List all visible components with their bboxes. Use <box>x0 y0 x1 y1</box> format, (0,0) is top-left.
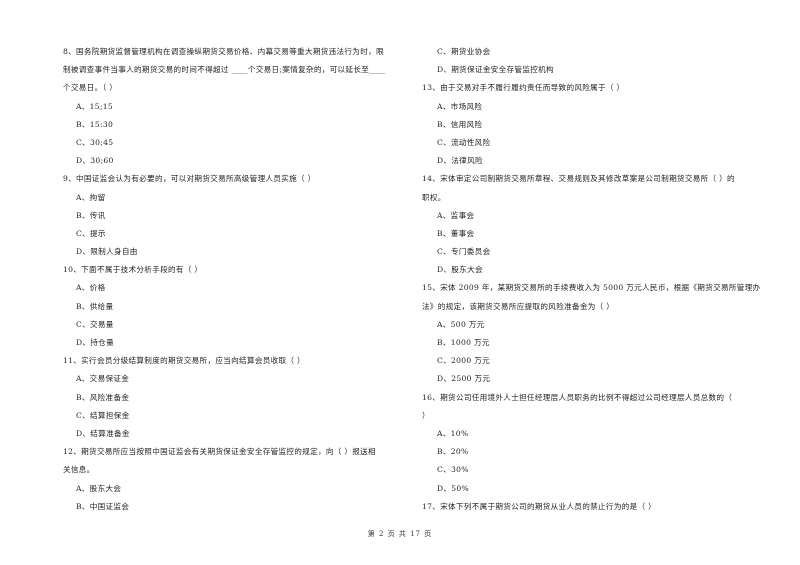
answer-option: D、50% <box>437 483 470 493</box>
answer-option: A、500 万元 <box>437 319 485 329</box>
question-text: 关信息。 <box>63 465 95 475</box>
answer-option: B、风险准备金 <box>76 392 130 402</box>
answer-option: C、期货业协会 <box>437 47 491 56</box>
answer-option: D、持仓量 <box>76 338 114 347</box>
question-text: 法》的规定，该期货交易所应提取的风险准备金为（ ） <box>422 301 615 311</box>
question-text: 17、宋体下列不属于期货公司的期货从业人员的禁止行为的是（ ） <box>422 501 656 511</box>
question-text: 12、期货交易所应当按照中国证监会有关期货保证金安全存管监控的规定，向（ ）报送… <box>63 447 376 457</box>
answer-option: A、股东大会 <box>76 483 122 493</box>
answer-option: B、中国证监会 <box>76 501 130 511</box>
question-text: 职权。 <box>422 192 446 202</box>
question-text: 个交易日。（ ） <box>63 83 118 93</box>
answer-option: C、流动性风险 <box>437 137 491 147</box>
answer-option: C、专门委员会 <box>437 247 491 257</box>
question-text: 制被调查事件当事人的期货交易的时间不得超过 ____个交易日;案情复杂的，可以延… <box>63 65 386 75</box>
answer-option: D、法律风险 <box>437 156 483 166</box>
answer-option: B、传讯 <box>76 210 106 220</box>
answer-option: B、1000 万元 <box>437 338 490 347</box>
answer-option: C、交易量 <box>76 319 114 329</box>
answer-option: A、拘留 <box>76 192 106 202</box>
answer-option: D、30;60 <box>76 156 114 166</box>
answer-option: C、2000 万元 <box>437 356 491 366</box>
question-text: 14、宋体审定公司制期货交易所章程、交易规则及其修改草案是公司制期货交易所（ ）… <box>422 174 735 184</box>
right-column: C、期货业协会 D、期货保证金安全存管监控机构 13、由于交易对手不履行履约责任而导… <box>422 43 767 516</box>
answer-option: C、结算担保金 <box>76 410 130 420</box>
answer-option: A、市场风险 <box>437 101 483 111</box>
answer-option: C、提示 <box>76 228 106 238</box>
answer-option: B、信用风险 <box>437 119 483 129</box>
answer-option: B、20% <box>437 447 469 457</box>
question-text: 8、国务院期货监督管理机构在调查操纵期货交易价格、内幕交易等重大期货违法行为时，… <box>63 47 384 56</box>
answer-option: A、15;15 <box>76 101 114 111</box>
answer-option: D、2500 万元 <box>437 374 491 384</box>
question-text: 11、实行会员分级结算制度的期货交易所，应当向结算会员收取（ ） <box>63 356 305 366</box>
answer-option: A、监事会 <box>437 210 475 220</box>
answer-option: C、30;45 <box>76 137 114 147</box>
answer-option: D、结算准备金 <box>76 428 130 438</box>
answer-option: D、期货保证金安全存管监控机构 <box>437 65 554 75</box>
question-text: 10、下面不属于技术分析手段的有（ ） <box>63 265 203 275</box>
answer-option: B、供给量 <box>76 301 114 311</box>
answer-option: A、10% <box>437 428 469 438</box>
question-text: ） <box>422 410 430 420</box>
answer-option: C、30% <box>437 465 469 475</box>
answer-option: D、限制人身自由 <box>76 247 138 257</box>
answer-option: B、15:30 <box>76 119 114 129</box>
question-text: 9、中国证监会认为有必要的，可以对期货交易所高级管理人员实施（ ） <box>63 174 316 184</box>
question-text: 13、由于交易对手不履行履约责任而导致的风险属于（ ） <box>422 83 625 93</box>
answer-option: B、董事会 <box>437 228 475 238</box>
question-text: 15、宋体 2009 年，某期货交易所的手续费收入为 5000 万元人民币，根据… <box>422 283 761 293</box>
page-footer: 第 2 页 共 17 页 <box>367 530 433 538</box>
question-text: 16、期货公司任用境外人士担任经理层人员职务的比例不得超过公司经理层人员总数的（ <box>422 392 733 402</box>
answer-option: D、股东大会 <box>437 265 483 275</box>
answer-option: A、价格 <box>76 283 106 293</box>
answer-option: A、交易保证金 <box>76 374 130 384</box>
left-column: 8、国务院期货监督管理机构在调查操纵期货交易价格、内幕交易等重大期货违法行为时，… <box>63 43 408 516</box>
